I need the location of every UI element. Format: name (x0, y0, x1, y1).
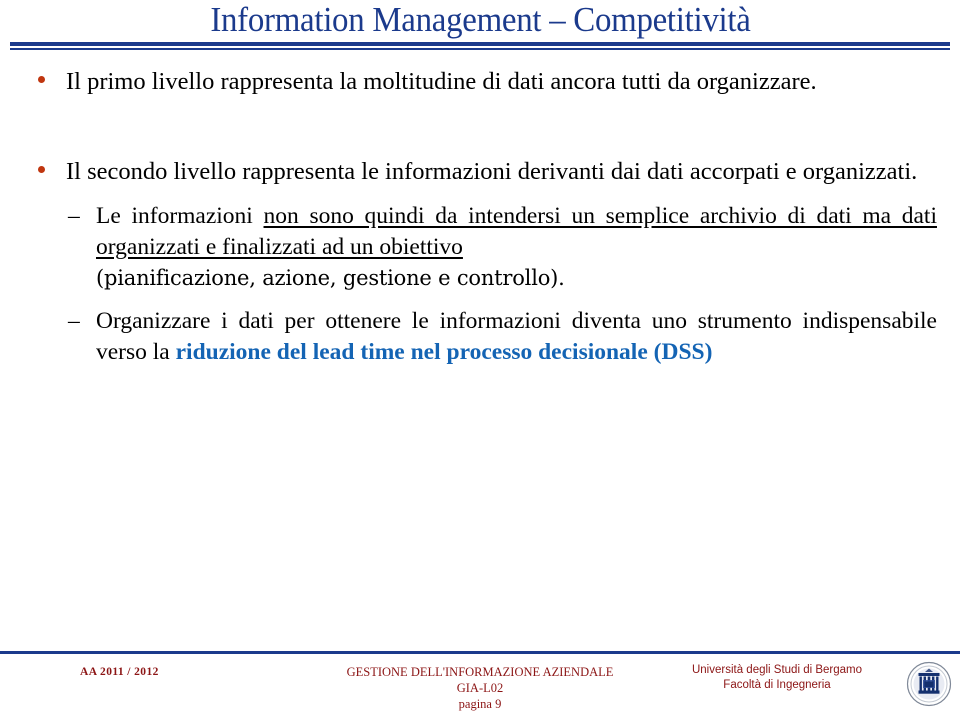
university-seal-icon (906, 661, 952, 707)
footer-university-name: Università degli Studi di Bergamo (691, 664, 863, 676)
footer-course-code: GIA-L02 (456, 681, 504, 695)
sub-item-1-lead: Le informazioni (96, 203, 264, 229)
slide-canvas: Information Management – Competitività I… (0, 0, 960, 713)
bullet-item-2: Il secondo livello rappresenta le inform… (0, 153, 960, 191)
footer-course-block: GESTIONE DELL'INFORMAZIONE AZIENDALE GIA… (270, 664, 690, 712)
sub-item-2: – Organizzare i dati per ottenere le inf… (0, 306, 960, 368)
sub-item-2-highlight: riduzione del lead time nel processo dec… (175, 339, 713, 365)
footer-university-block: Università degli Studi di Bergamo Facolt… (662, 663, 892, 693)
footer-page-number: pagina 9 (458, 697, 502, 711)
bullet-dot-icon (38, 166, 45, 173)
slide-body: Il primo livello rappresenta la moltitud… (0, 63, 960, 368)
sub-item-1: – Le informazioni non sono quindi da int… (0, 201, 960, 294)
page-title: Information Management – Competitività (210, 0, 751, 39)
bullet-item-1: Il primo livello rappresenta la moltitud… (0, 63, 960, 101)
sub-item-1-tail: (pianificazione, azione, gestione e cont… (96, 266, 565, 290)
title-rule-thin (10, 48, 950, 50)
footer-course-name: GESTIONE DELL'INFORMAZIONE AZIENDALE (346, 665, 614, 679)
footer-faculty-name: Facoltà di Ingegneria (723, 679, 831, 691)
title-separator-rule (10, 42, 950, 51)
slide-footer: AA 2011 / 2012 GESTIONE DELL'INFORMAZION… (0, 654, 960, 713)
bullet-item-2-text: Il secondo livello rappresenta le inform… (66, 158, 918, 185)
slide-title-area: Information Management – Competitività (0, 0, 960, 42)
bullet-dot-icon (38, 76, 45, 83)
dash-marker-icon: – (68, 308, 80, 334)
dash-marker-icon: – (68, 203, 80, 229)
footer-academic-year: AA 2011 / 2012 (80, 666, 159, 678)
bullet-item-1-text: Il primo livello rappresenta la moltitud… (66, 68, 817, 95)
